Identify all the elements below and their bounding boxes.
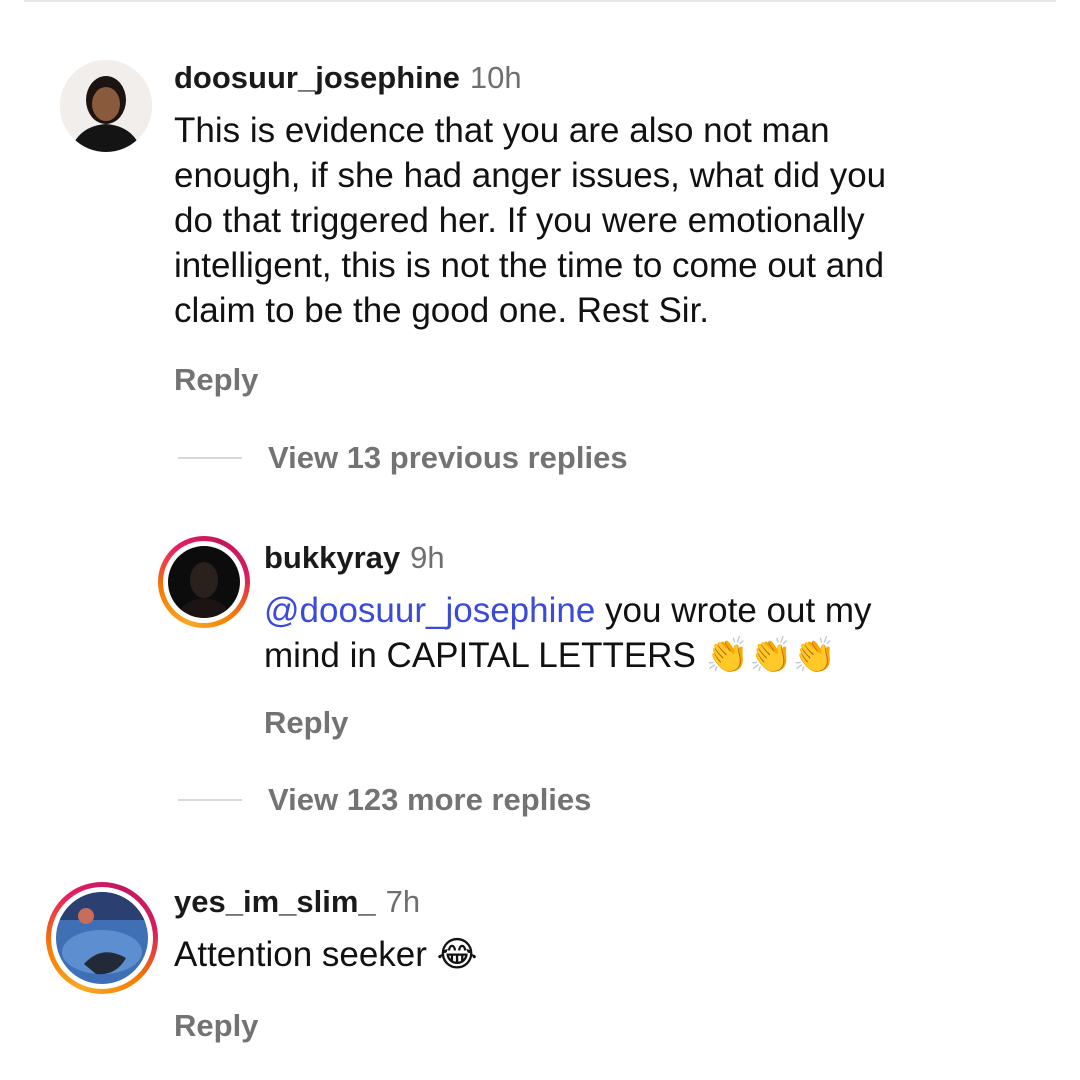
clapping-hands-icon: 👏👏👏 <box>705 636 837 676</box>
reply-button[interactable]: Reply <box>264 705 348 741</box>
view-more-replies-label[interactable]: View 123 more replies <box>268 782 591 818</box>
comment-header: doosuur_josephine 10h <box>174 60 1054 96</box>
comment-text-part: you wrote out my <box>595 591 872 630</box>
comment-line: do that triggered her. If you were emoti… <box>174 201 865 240</box>
username[interactable]: yes_im_slim_ <box>174 884 376 919</box>
comment-header: yes_im_slim_ 7h <box>174 884 1054 920</box>
reply-button[interactable]: Reply <box>174 362 258 398</box>
timestamp: 7h <box>385 884 421 919</box>
comment-text: Attention seeker 😂 <box>174 932 1054 978</box>
comment-text-part: mind in CAPITAL LETTERS <box>264 636 706 675</box>
comment-bukkyray: bukkyray 9h @doosuur_josephine you wrote … <box>264 540 1054 679</box>
comment-text: This is evidence that you are also not m… <box>174 108 1054 333</box>
view-previous-replies-label[interactable]: View 13 previous replies <box>268 440 628 476</box>
profile-photo-icon <box>56 892 148 984</box>
comment-line: intelligent, this is not the time to com… <box>174 246 885 285</box>
top-divider <box>24 0 1056 2</box>
comment-line: This is evidence that you are also not m… <box>174 111 830 150</box>
avatar-bukkyray[interactable] <box>158 536 250 628</box>
avatar-doosuur-josephine[interactable] <box>60 60 152 152</box>
comment-line: enough, if she had anger issues, what di… <box>174 156 887 195</box>
comment-line: mind in CAPITAL LETTERS 👏👏👏 <box>264 633 1054 679</box>
comment-line: @doosuur_josephine you wrote out my <box>264 588 1054 633</box>
profile-photo-icon <box>168 546 240 618</box>
username[interactable]: doosuur_josephine <box>174 60 460 95</box>
reply-button[interactable]: Reply <box>174 1008 258 1044</box>
view-more-replies[interactable]: View 123 more replies <box>178 782 591 818</box>
timestamp: 9h <box>410 540 445 575</box>
timestamp: 10h <box>469 60 522 95</box>
comment-text: @doosuur_josephine you wrote out my mind… <box>264 588 1054 679</box>
comment-text-part: Attention seeker <box>174 935 437 974</box>
view-previous-replies[interactable]: View 13 previous replies <box>178 440 628 476</box>
comment-doosuur-josephine: doosuur_josephine 10h This is evidence th… <box>174 60 1054 333</box>
profile-photo-icon <box>60 60 152 152</box>
avatar-yes-im-slim[interactable] <box>46 882 158 994</box>
comment-header: bukkyray 9h <box>264 540 1054 576</box>
username[interactable]: bukkyray <box>264 540 400 575</box>
comment-line: claim to be the good one. Rest Sir. <box>174 291 710 330</box>
thread-line <box>178 457 242 459</box>
mention-link[interactable]: @doosuur_josephine <box>264 591 595 630</box>
thread-line <box>178 799 242 801</box>
comment-yes-im-slim: yes_im_slim_ 7h Attention seeker 😂 <box>174 884 1054 978</box>
tears-of-joy-icon: 😂 <box>436 935 478 975</box>
